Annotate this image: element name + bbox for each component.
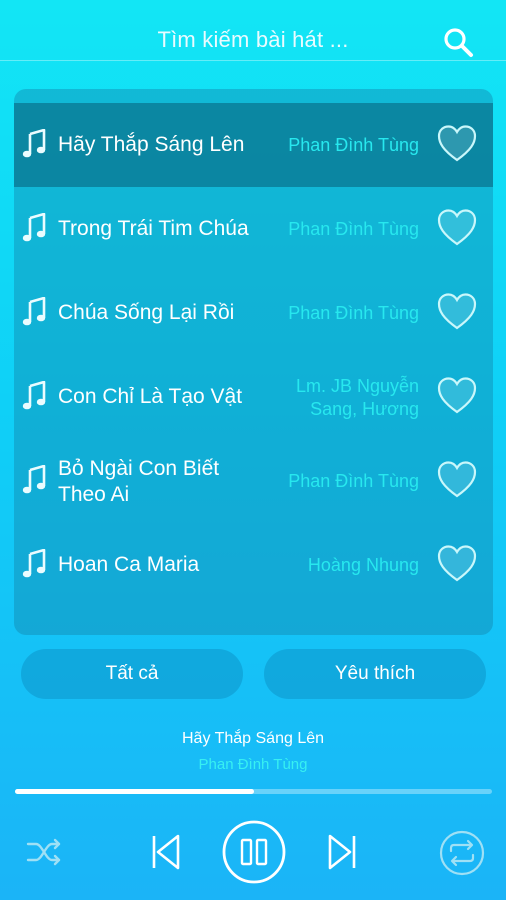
heart-icon[interactable]: [437, 293, 477, 331]
heart-icon[interactable]: [437, 461, 477, 499]
song-row[interactable]: Bỏ Ngài Con Biết Theo Ai Phan Đình Tùng: [14, 439, 493, 523]
song-title: Bỏ Ngài Con Biết Theo Ai: [58, 457, 220, 506]
song-row[interactable]: Hãy Thắp Sáng Lên Phan Đình Tùng: [14, 103, 493, 187]
song-artist: Hoàng Nhung: [307, 555, 419, 575]
song-title: Hoan Ca Maria: [58, 553, 200, 576]
song-row[interactable]: Hoan Ca Maria Hoàng Nhung: [14, 523, 493, 607]
repeat-icon[interactable]: [438, 829, 486, 877]
song-row[interactable]: Con Chỉ Là Tạo Vật Lm. JB Nguyễn Sang, H…: [14, 355, 493, 439]
song-row[interactable]: Chúa Sống Lại Rồi Phan Đình Tùng: [14, 271, 493, 355]
progress-fill: [15, 789, 254, 794]
music-note-icon: [22, 381, 46, 410]
song-title: Con Chỉ Là Tạo Vật: [58, 385, 243, 408]
heart-icon[interactable]: [437, 209, 477, 247]
search-input[interactable]: Tìm kiếm bài hát ...: [0, 27, 506, 53]
header-divider: [0, 60, 506, 61]
tab-favorites[interactable]: Yêu thích: [264, 649, 486, 699]
song-artist: Phan Đình Tùng: [288, 303, 419, 323]
now-playing-title: Hãy Thắp Sáng Lên: [181, 730, 325, 747]
music-note-icon: [22, 297, 46, 326]
song-artist: Lm. JB Nguyễn Sang, Hương: [295, 376, 419, 419]
now-playing-artist: Phan Đình Tùng: [198, 756, 308, 773]
progress-bar[interactable]: [15, 789, 492, 794]
search-icon[interactable]: [440, 24, 476, 60]
song-artist: Phan Đình Tùng: [288, 471, 419, 491]
heart-icon[interactable]: [437, 377, 477, 415]
music-note-icon: [22, 213, 46, 242]
music-note-icon: [22, 465, 46, 494]
song-list[interactable]: Hãy Thắp Sáng Lên Phan Đình Tùng Trong T…: [14, 89, 493, 635]
song-title: Chúa Sống Lại Rồi: [58, 301, 235, 324]
skip-next-icon[interactable]: [324, 832, 360, 872]
song-artist: Phan Đình Tùng: [288, 219, 419, 239]
song-title: Trong Trái Tim Chúa: [58, 217, 249, 240]
header: Tìm kiếm bài hát ...: [0, 0, 506, 82]
music-note-icon: [22, 129, 46, 158]
song-artist: Phan Đình Tùng: [288, 135, 419, 155]
song-title: Hãy Thắp Sáng Lên: [58, 133, 245, 156]
song-row[interactable]: Trong Trái Tim Chúa Phan Đình Tùng: [14, 187, 493, 271]
shuffle-icon[interactable]: [24, 834, 64, 870]
skip-previous-icon[interactable]: [148, 832, 184, 872]
heart-icon[interactable]: [437, 545, 477, 583]
tab-all[interactable]: Tất cả: [21, 649, 243, 699]
heart-icon[interactable]: [437, 125, 477, 163]
pause-icon[interactable]: [221, 819, 287, 885]
music-note-icon: [22, 549, 46, 578]
